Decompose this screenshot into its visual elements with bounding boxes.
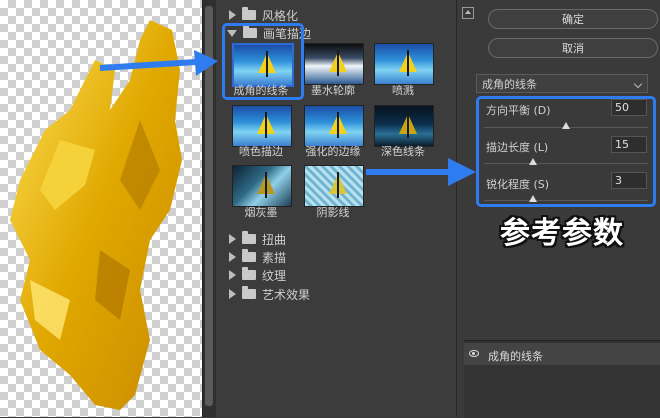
collapsed-triangle-icon — [229, 10, 236, 20]
folder-label: 扭曲 — [262, 232, 287, 247]
filter-label: 喷溅 — [392, 84, 414, 97]
folder-stylize[interactable]: 风格化 — [229, 6, 298, 24]
collapse-gallery-icon[interactable] — [462, 7, 474, 19]
highlight-box-params — [476, 96, 656, 207]
folder-icon — [242, 267, 256, 280]
ok-button[interactable]: 确定 — [488, 9, 658, 29]
filter-thumb-accented-edges[interactable] — [304, 105, 364, 147]
folder-label: 纹理 — [262, 268, 287, 283]
annotation-caption: 参考参数 — [500, 216, 624, 251]
folder-icon — [242, 286, 256, 299]
collapsed-triangle-icon — [229, 252, 236, 262]
folder-icon — [242, 249, 256, 262]
collapsed-triangle-icon — [229, 289, 236, 299]
folder-label: 素描 — [262, 250, 287, 265]
canvas-scrollbar-thumb[interactable] — [205, 6, 213, 406]
chevron-down-icon — [633, 79, 643, 89]
filter-thumb-crosshatch[interactable] — [304, 165, 364, 207]
filter-thumb-spatter[interactable] — [374, 43, 434, 85]
filter-label: 烟灰墨 — [244, 206, 278, 219]
filter-label: 强化的边缘 — [305, 145, 361, 158]
filter-type-value: 成角的线条 — [482, 77, 537, 91]
collapsed-triangle-icon — [229, 270, 236, 280]
filter-label: 喷色描边 — [239, 145, 283, 158]
folder-artistic[interactable]: 艺术效果 — [229, 285, 310, 303]
folder-texture[interactable]: 纹理 — [229, 266, 286, 284]
filter-thumb-sumi-e[interactable] — [232, 165, 292, 207]
filter-type-select[interactable]: 成角的线条 — [476, 74, 648, 93]
folder-sketch[interactable]: 素描 — [229, 248, 286, 266]
filter-label: 墨水轮廓 — [311, 84, 355, 97]
filter-thumb-sprayed-strokes[interactable] — [232, 105, 292, 147]
filter-thumb-dark-strokes[interactable] — [374, 105, 434, 147]
cancel-button[interactable]: 取消 — [488, 38, 658, 58]
folder-label: 风格化 — [262, 8, 299, 23]
filter-thumb-ink-outlines[interactable] — [304, 43, 364, 85]
folder-icon — [242, 7, 256, 20]
folder-distort[interactable]: 扭曲 — [229, 230, 286, 248]
folder-label: 艺术效果 — [262, 287, 311, 302]
highlight-box-filter — [222, 23, 304, 100]
collapsed-triangle-icon — [229, 234, 236, 244]
eye-icon[interactable] — [469, 350, 479, 357]
filter-label: 阴影线 — [316, 206, 350, 219]
folder-icon — [242, 231, 256, 244]
preview-hand-image — [10, 20, 182, 410]
filter-label: 深色线条 — [381, 145, 425, 158]
effect-layer-label: 成角的线条 — [488, 350, 543, 363]
preview-canvas[interactable] — [0, 0, 202, 417]
